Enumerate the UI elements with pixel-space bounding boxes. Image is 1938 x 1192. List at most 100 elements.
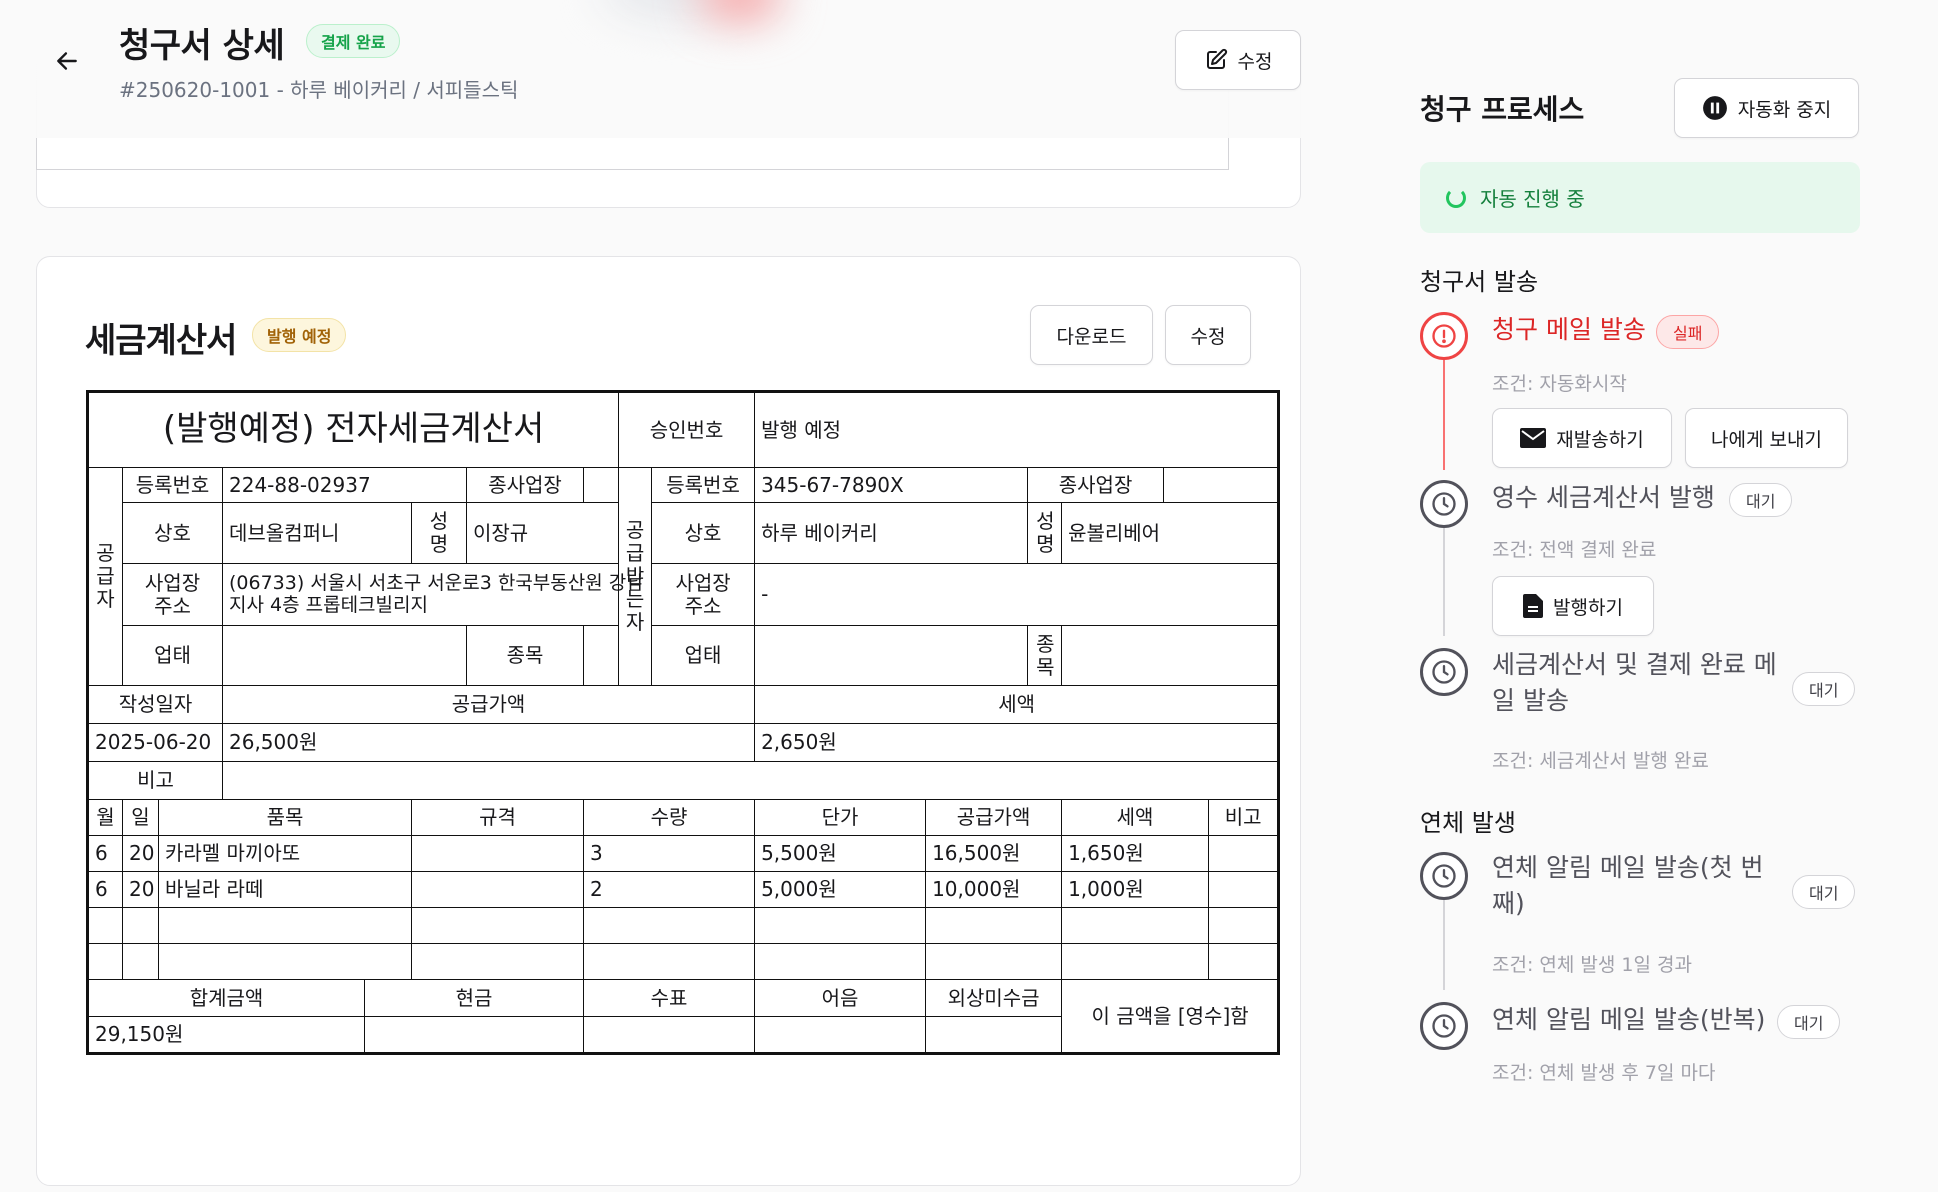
recipient-branch-label: 종사업장 bbox=[1027, 467, 1165, 503]
check-value bbox=[582, 1016, 756, 1054]
pause-automation-label: 자동화 중지 bbox=[1737, 98, 1832, 121]
step-4-condition: 조건: 연체 발생 1일 경과 bbox=[1492, 954, 1692, 976]
download-button[interactable]: 다운로드 bbox=[1030, 305, 1153, 365]
item-spec bbox=[411, 871, 584, 908]
recipient-company: 하루 베이커리 bbox=[754, 502, 1029, 564]
bill-label: 어음 bbox=[754, 979, 927, 1017]
header-edit-label: 수정 bbox=[1237, 50, 1273, 73]
step-5-badge: 대기 bbox=[1777, 1005, 1841, 1039]
clock-icon bbox=[1432, 492, 1456, 516]
supplier-company: 데브올컴퍼니 bbox=[222, 502, 412, 564]
recipient-address: - bbox=[754, 563, 1280, 626]
cash-label: 현금 bbox=[364, 979, 584, 1017]
approval-label: 승인번호 bbox=[618, 391, 756, 468]
step-4-badge: 대기 bbox=[1792, 875, 1856, 909]
credit-value bbox=[925, 1016, 1063, 1054]
spinner-icon bbox=[1446, 187, 1466, 208]
item-name: 바닐라 라떼 bbox=[158, 871, 412, 908]
tax-invoice-edit-label: 수정 bbox=[1190, 325, 1226, 348]
supplier-company-label: 상호 bbox=[122, 502, 223, 564]
payment-status-badge: 결제 완료 bbox=[306, 24, 401, 58]
timeline-line bbox=[1443, 528, 1445, 636]
recipient-name: 윤볼리베어 bbox=[1061, 502, 1280, 564]
step-1-status bbox=[1420, 312, 1468, 360]
total-label: 합계금액 bbox=[87, 979, 365, 1017]
download-label: 다운로드 bbox=[1056, 325, 1127, 348]
clock-icon bbox=[1432, 864, 1456, 888]
supply-amount: 26,500원 bbox=[221, 723, 756, 762]
item-day: 20 bbox=[122, 835, 159, 872]
recipient-business-type-label: 업태 bbox=[651, 625, 756, 686]
step-1-title: 청구 메일 발송 bbox=[1492, 315, 1646, 344]
month-header: 월 bbox=[87, 799, 123, 836]
item-header: 품목 bbox=[158, 799, 412, 836]
arrow-left-icon bbox=[57, 52, 77, 70]
invoice-date: 2025-06-20 bbox=[87, 723, 223, 762]
item-tax: 1,000원 bbox=[1061, 871, 1210, 908]
auto-status-text: 자동 진행 중 bbox=[1480, 187, 1585, 211]
back-button[interactable] bbox=[50, 44, 84, 78]
tax-amount: 2,650원 bbox=[754, 723, 1280, 762]
header-edit-button[interactable]: 수정 bbox=[1175, 30, 1301, 90]
tax-invoice-title: 세금계산서 bbox=[85, 321, 237, 361]
step-2-title: 영수 세금계산서 발행 bbox=[1492, 483, 1715, 512]
step-5-status bbox=[1420, 1002, 1468, 1050]
supply-amount-label: 공급가액 bbox=[221, 685, 756, 724]
supplier-item-type bbox=[582, 625, 653, 686]
tax-invoice-table: (발행예정) 전자세금계산서 승인번호 발행 예정 공급자 등록번호 224-8… bbox=[86, 390, 1281, 1055]
alert-circle-icon bbox=[1432, 324, 1456, 348]
item-month: 6 bbox=[87, 871, 123, 908]
resend-label: 재발송하기 bbox=[1556, 428, 1644, 451]
step-2-status bbox=[1420, 480, 1468, 528]
tax-invoice-status-badge: 발행 예정 bbox=[252, 318, 347, 352]
item-tax: 1,650원 bbox=[1061, 835, 1210, 872]
cash-value bbox=[364, 1016, 584, 1054]
send-to-self-button[interactable]: 나에게 보내기 bbox=[1685, 408, 1848, 468]
supplier-business-type bbox=[222, 625, 467, 686]
table-row: 6 20 카라멜 마끼아또 3 5,500원 16,500원 1,650원 bbox=[87, 835, 1280, 872]
invoice-subtitle: #250620-1001 - 하루 베이커리 / 서피들스틱 bbox=[119, 78, 519, 102]
supplier-branch-label: 종사업장 bbox=[466, 467, 584, 503]
clock-icon bbox=[1432, 1014, 1456, 1038]
page-title: 청구서 상세 bbox=[119, 26, 285, 66]
step-1-condition: 조건: 자동화시작 bbox=[1492, 373, 1627, 395]
invoice-doc-title: (발행예정) 전자세금계산서 bbox=[86, 391, 620, 468]
item-month: 6 bbox=[87, 835, 123, 872]
supplier-address: (06733) 서울시 서초구 서운로3 한국부동산원 강남지사 4층 프롭테크… bbox=[221, 563, 653, 626]
clock-icon bbox=[1432, 660, 1456, 684]
item-name: 카라멜 마끼아또 bbox=[158, 835, 412, 872]
issue-button[interactable]: 발행하기 bbox=[1492, 576, 1654, 636]
pause-automation-button[interactable]: 자동화 중지 bbox=[1674, 78, 1859, 138]
send-to-self-label: 나에게 보내기 bbox=[1711, 428, 1822, 451]
step-3-badge: 대기 bbox=[1792, 672, 1856, 706]
supplier-branch-value bbox=[582, 467, 620, 503]
item-spec bbox=[411, 835, 584, 872]
supplier-business-type-label: 업태 bbox=[122, 625, 223, 686]
credit-label: 외상미수금 bbox=[925, 979, 1063, 1017]
recipient-branch-value bbox=[1163, 467, 1280, 503]
step-5-title: 연체 알림 메일 발송(반복) bbox=[1492, 1005, 1766, 1034]
recipient-item-type-label: 종목 bbox=[1027, 625, 1063, 686]
item-unit-price: 5,000원 bbox=[754, 871, 927, 908]
section-overdue: 연체 발생 bbox=[1420, 809, 1516, 837]
process-title: 청구 프로세스 bbox=[1420, 93, 1585, 126]
day-header: 일 bbox=[122, 799, 159, 836]
step-3-status bbox=[1420, 648, 1468, 696]
step-5-condition: 조건: 연체 발생 후 7일 마다 bbox=[1492, 1062, 1716, 1084]
note-label: 비고 bbox=[87, 761, 223, 800]
recipient-reg-no: 345-67-7890X bbox=[754, 467, 1029, 503]
resend-button[interactable]: 재발송하기 bbox=[1492, 408, 1672, 468]
date-label: 작성일자 bbox=[87, 685, 223, 724]
tax-invoice-edit-button[interactable]: 수정 bbox=[1165, 305, 1251, 365]
supplier-name-label: 성명 bbox=[411, 502, 467, 564]
bill-value bbox=[754, 1016, 927, 1054]
table-row: 6 20 바닐라 라떼 2 5,000원 10,000원 1,000원 bbox=[87, 871, 1280, 908]
item-qty: 2 bbox=[582, 871, 756, 908]
table-row bbox=[87, 943, 1280, 980]
step-2-badge: 대기 bbox=[1729, 483, 1793, 517]
item-supply: 10,000원 bbox=[925, 871, 1063, 908]
supplier-name: 이장규 bbox=[465, 502, 653, 564]
recipient-name-label: 성명 bbox=[1027, 502, 1063, 564]
supplier-address-label: 사업장 주소 bbox=[122, 563, 223, 626]
timeline-line bbox=[1443, 358, 1445, 470]
